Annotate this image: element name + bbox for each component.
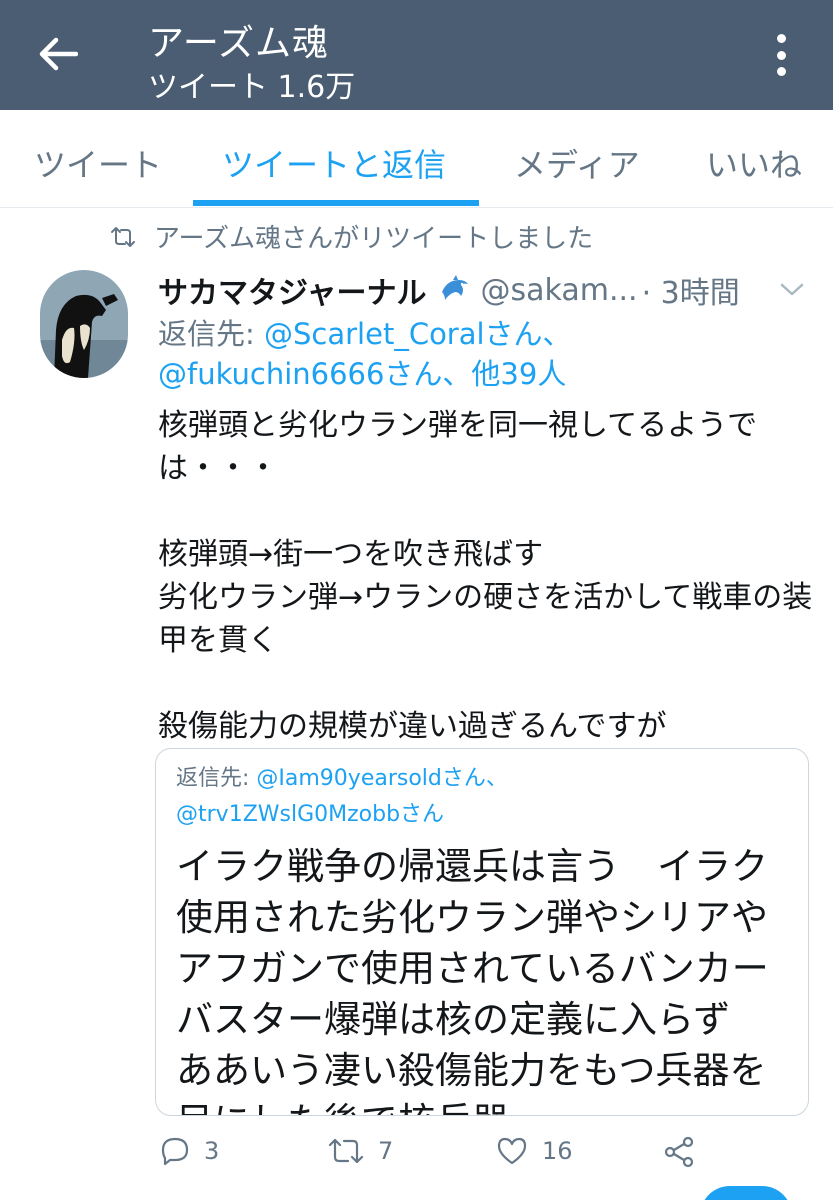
retweet-icon: [328, 1138, 364, 1164]
avatar[interactable]: [40, 270, 128, 378]
retweet-note: アーズム魂さんがリツイートしました: [154, 224, 594, 254]
orca-avatar-image: [40, 270, 128, 378]
more-dot-icon: [776, 50, 786, 60]
reply-icon: [161, 1137, 189, 1166]
profile-header: アーズム魂 ツイート 1.6万: [0, 0, 833, 110]
reply-to-others-link[interactable]: @fukuchin6666さん、他39人: [158, 357, 566, 391]
arrow-left-icon: [39, 37, 78, 71]
retweet-icon: [111, 226, 135, 247]
tweet-body: 核弾頭と劣化ウラン弾を同一視してるようでは・・・ 核弾頭→街一つを吹き飛ばす 劣…: [158, 408, 813, 744]
like-count: 16: [542, 1137, 573, 1165]
reply-to-user-link[interactable]: @Scarlet_Coralさん、: [264, 317, 572, 351]
retweet-count: 7: [378, 1137, 394, 1165]
tweet-menu-button[interactable]: [780, 282, 804, 302]
reply-to-line: 返信先: @Scarlet_Coralさん、 @fukuchin6666さん、他…: [158, 314, 808, 394]
like-button[interactable]: 16: [496, 1136, 573, 1166]
dolphin-icon: [439, 272, 471, 308]
share-icon: [664, 1136, 694, 1168]
more-dot-icon: [776, 67, 786, 76]
more-dot-icon: [776, 34, 786, 43]
tweet-count: ツイート 1.6万: [148, 70, 356, 105]
tab-media[interactable]: メディア: [514, 140, 640, 186]
retweet-context: アーズム魂さんがリツイートしました: [110, 218, 593, 255]
quoted-reply-to-line: 返信先: @Iam90yearsoldさん、 @trv1ZWslG0Mzobbさ…: [176, 761, 796, 833]
back-button[interactable]: [36, 32, 80, 76]
chevron-down-icon: [780, 283, 804, 296]
author-handle[interactable]: @sakam...: [481, 273, 638, 308]
tweet-author-row: サカマタジャーナル @sakam... · 3時間: [158, 268, 808, 312]
retweet-button[interactable]: 7: [328, 1136, 393, 1166]
reply-to-prefix: 返信先:: [158, 317, 264, 351]
profile-name-title: アーズム魂: [148, 23, 330, 64]
quoted-reply-user-link[interactable]: @Iam90yearsoldさん、: [256, 766, 507, 791]
compose-tweet-button[interactable]: [700, 1186, 792, 1200]
reply-button[interactable]: 3: [160, 1136, 219, 1166]
profile-tabs: ツイート ツイートと返信 メディア いいね: [0, 110, 833, 208]
tab-tweets-and-replies[interactable]: ツイートと返信: [222, 140, 446, 186]
active-tab-indicator: [193, 200, 479, 206]
author-name[interactable]: サカマタジャーナル: [158, 268, 427, 312]
quoted-reply-prefix: 返信先:: [176, 766, 257, 791]
quoted-tweet[interactable]: 返信先: @Iam90yearsoldさん、 @trv1ZWslG0Mzobbさ…: [155, 748, 809, 1116]
tab-likes[interactable]: いいね: [706, 140, 802, 186]
tab-tweets[interactable]: ツイート: [34, 140, 162, 186]
tweet-time: · 3時間: [641, 276, 740, 311]
heart-icon: [497, 1137, 527, 1165]
tweet-actions: 3 7 16: [0, 1136, 833, 1180]
more-options-button[interactable]: [770, 30, 792, 80]
quoted-tweet-body: イラク戦争の帰還兵は言う イラク使用された劣化ウラン弾やシリアやアフガンで使用さ…: [176, 845, 769, 1115]
quoted-reply-user-link[interactable]: @trv1ZWslG0Mzobbさん: [176, 802, 444, 827]
reply-count: 3: [204, 1137, 220, 1165]
share-button[interactable]: [664, 1136, 694, 1168]
